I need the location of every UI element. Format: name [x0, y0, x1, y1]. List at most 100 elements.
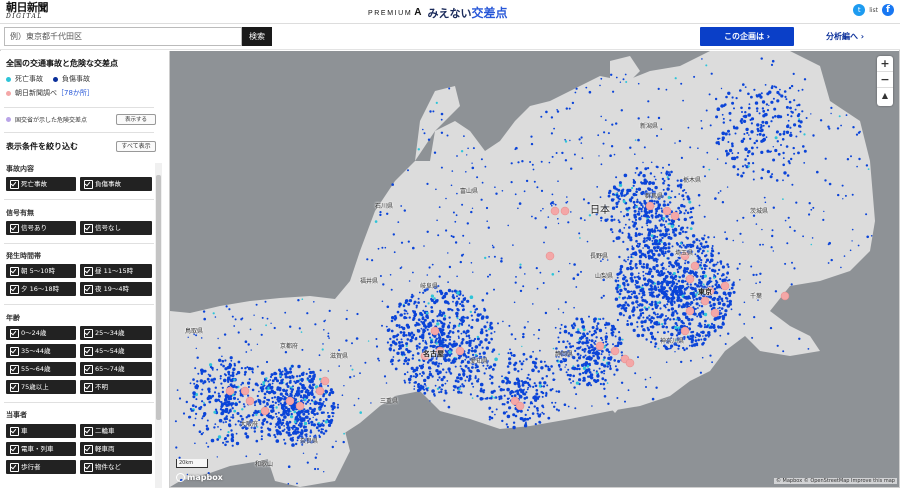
- accident-dot[interactable]: [842, 198, 844, 200]
- accident-dot[interactable]: [578, 138, 581, 141]
- accident-dot[interactable]: [634, 265, 637, 267]
- accident-dot[interactable]: [543, 360, 546, 363]
- accident-dot[interactable]: [195, 398, 198, 401]
- accident-dot[interactable]: [495, 408, 498, 411]
- accident-dot[interactable]: [805, 117, 808, 119]
- accident-dot[interactable]: [641, 226, 644, 229]
- accident-dot[interactable]: [650, 321, 652, 324]
- accident-dot[interactable]: [228, 419, 232, 422]
- accident-dot[interactable]: [586, 382, 590, 387]
- accident-dot[interactable]: [728, 300, 731, 303]
- accident-dot[interactable]: [705, 254, 708, 257]
- accident-dot[interactable]: [310, 399, 314, 402]
- accident-dot[interactable]: [506, 379, 510, 383]
- accident-dot[interactable]: [650, 341, 653, 344]
- accident-dot[interactable]: [302, 452, 305, 454]
- map-attribution[interactable]: © Mapbox © OpenStreetMap Improve this ma…: [773, 478, 897, 484]
- accident-dot[interactable]: [285, 411, 288, 414]
- accident-dot[interactable]: [420, 365, 424, 369]
- accident-dot[interactable]: [605, 332, 608, 335]
- accident-dot[interactable]: [519, 289, 523, 293]
- accident-dot[interactable]: [400, 341, 404, 344]
- accident-dot[interactable]: [527, 386, 530, 389]
- accident-dot[interactable]: [604, 218, 608, 222]
- accident-dot[interactable]: [668, 271, 672, 276]
- accident-dot[interactable]: [336, 406, 340, 409]
- accident-dot[interactable]: [710, 322, 714, 325]
- accident-dot[interactable]: [389, 274, 392, 276]
- accident-dot[interactable]: [282, 413, 285, 416]
- accident-dot[interactable]: [761, 124, 763, 127]
- accident-dot[interactable]: [580, 270, 582, 273]
- accident-dot[interactable]: [482, 364, 485, 367]
- accident-dot[interactable]: [514, 148, 517, 151]
- accident-dot[interactable]: [600, 163, 603, 166]
- zoom-out-button[interactable]: −: [877, 72, 893, 88]
- accident-dot[interactable]: [505, 411, 508, 413]
- accident-dot[interactable]: [552, 372, 555, 375]
- accident-dot[interactable]: [224, 443, 227, 447]
- accident-dot[interactable]: [598, 367, 601, 370]
- accident-dot[interactable]: [756, 123, 760, 127]
- accident-dot[interactable]: [637, 82, 640, 85]
- accident-dot[interactable]: [716, 107, 721, 111]
- accident-dot[interactable]: [763, 139, 765, 141]
- accident-dot[interactable]: [374, 220, 378, 223]
- accident-dot[interactable]: [731, 152, 734, 155]
- asahi-intersection-pin[interactable]: [780, 291, 790, 301]
- accident-dot[interactable]: [727, 91, 731, 95]
- accident-dot[interactable]: [855, 133, 859, 136]
- accident-dot[interactable]: [217, 392, 220, 395]
- accident-dot[interactable]: [421, 374, 423, 377]
- accident-dot[interactable]: [357, 397, 360, 400]
- accident-dot[interactable]: [623, 215, 626, 218]
- accident-dot[interactable]: [766, 170, 771, 174]
- accident-dot[interactable]: [416, 375, 418, 377]
- accident-dot[interactable]: [487, 341, 490, 344]
- accident-dot[interactable]: [207, 387, 211, 391]
- accident-dot[interactable]: [499, 388, 503, 392]
- accident-dot[interactable]: [389, 349, 392, 352]
- accident-dot[interactable]: [547, 216, 550, 218]
- accident-dot[interactable]: [464, 358, 467, 361]
- accident-dot[interactable]: [256, 365, 259, 368]
- accident-dot[interactable]: [407, 377, 412, 382]
- accident-dot[interactable]: [235, 441, 240, 446]
- accident-dot[interactable]: [717, 141, 720, 144]
- accident-dot[interactable]: [422, 330, 425, 334]
- accident-dot[interactable]: [638, 292, 641, 295]
- accident-dot[interactable]: [278, 382, 282, 385]
- accident-dot[interactable]: [542, 412, 545, 415]
- accident-dot[interactable]: [654, 302, 658, 306]
- accident-dot[interactable]: [660, 172, 663, 174]
- accident-dot[interactable]: [555, 152, 558, 154]
- accident-dot[interactable]: [773, 85, 776, 88]
- accident-dot[interactable]: [830, 106, 833, 109]
- accident-dot[interactable]: [491, 350, 494, 353]
- accident-dot[interactable]: [460, 322, 463, 325]
- accident-dot[interactable]: [387, 328, 391, 331]
- accident-dot[interactable]: [407, 240, 410, 243]
- accident-dot[interactable]: [666, 303, 669, 306]
- accident-dot[interactable]: [793, 99, 796, 102]
- accident-dot[interactable]: [648, 279, 652, 282]
- accident-dot[interactable]: [307, 412, 310, 415]
- accident-dot[interactable]: [675, 265, 678, 267]
- accident-dot[interactable]: [633, 213, 637, 217]
- accident-dot[interactable]: [620, 109, 623, 112]
- accident-dot[interactable]: [399, 313, 402, 317]
- accident-dot[interactable]: [518, 394, 521, 397]
- accident-dot[interactable]: [618, 255, 621, 259]
- accident-dot[interactable]: [615, 176, 618, 179]
- accident-dot[interactable]: [576, 273, 580, 276]
- accident-dot[interactable]: [270, 322, 272, 324]
- accident-dot[interactable]: [259, 453, 261, 456]
- accident-dot[interactable]: [283, 428, 286, 431]
- accident-dot[interactable]: [245, 435, 250, 439]
- accident-dot[interactable]: [851, 193, 854, 196]
- accident-dot[interactable]: [647, 116, 650, 119]
- accident-dot[interactable]: [213, 391, 217, 394]
- accident-dot[interactable]: [218, 418, 223, 423]
- accident-dot[interactable]: [355, 337, 359, 340]
- accident-dot[interactable]: [345, 339, 348, 342]
